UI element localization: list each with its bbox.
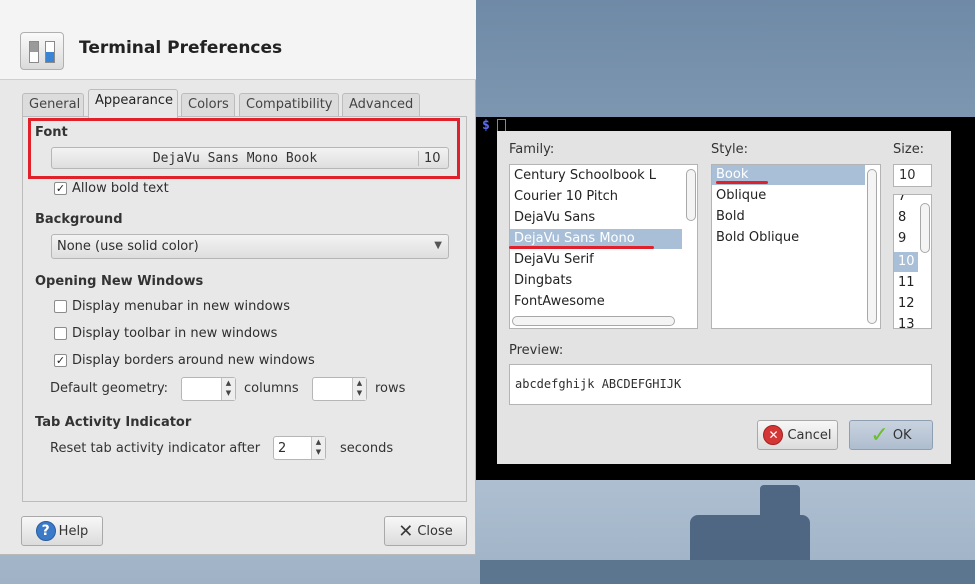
tab-appearance[interactable]: Appearance — [88, 89, 178, 118]
size-entry-value: 10 — [899, 168, 916, 183]
help-label: Help — [58, 523, 89, 539]
style-item[interactable]: Oblique — [716, 188, 766, 203]
rows-spinbox[interactable]: ▲ ▼ — [312, 377, 367, 401]
close-icon: ✕ — [398, 520, 414, 542]
style-vscroll[interactable] — [867, 169, 877, 324]
preview-text: abcdefghijk ABCDEFGHIJK — [515, 377, 682, 391]
size-vscroll[interactable] — [920, 203, 930, 253]
size-item[interactable]: 8 — [898, 210, 906, 225]
spin-arrows-icon[interactable]: ▲ ▼ — [352, 378, 366, 400]
borders-label: Display borders around new windows — [72, 352, 315, 368]
size-item-selected[interactable]: 10 — [898, 254, 915, 269]
font-chooser-dialog: Family: Style: Size: Century Schoolbook … — [497, 131, 951, 464]
family-item-selected[interactable]: DejaVu Sans Mono — [514, 231, 635, 246]
size-item[interactable]: 11 — [898, 275, 915, 290]
allow-bold-checkbox[interactable]: ✓ Allow bold text — [54, 179, 169, 197]
background-section-title: Background — [35, 212, 123, 227]
spin-arrows-icon[interactable]: ▲ ▼ — [311, 437, 325, 459]
checkbox-checked-icon[interactable]: ✓ — [54, 353, 67, 367]
font-chooser-button[interactable]: DejaVu Sans Mono Book 10 — [51, 147, 449, 169]
background-value: None (use solid color) — [57, 239, 199, 254]
family-item[interactable]: DejaVu Serif — [514, 252, 594, 267]
preview-entry[interactable]: abcdefghijk ABCDEFGHIJK — [509, 364, 932, 405]
menubar-label: Display menubar in new windows — [72, 298, 290, 314]
dropdown-arrow-icon: ▼ — [434, 240, 442, 251]
family-hscroll[interactable] — [512, 316, 675, 326]
family-item[interactable]: Dingbats — [514, 273, 572, 288]
seconds-label: seconds — [340, 441, 394, 456]
family-red-underline — [509, 246, 654, 249]
checkbox-checked-icon[interactable]: ✓ — [54, 181, 67, 195]
borders-checkbox[interactable]: ✓ Display borders around new windows — [54, 351, 315, 369]
family-vscroll[interactable] — [686, 169, 696, 221]
ok-label: OK — [892, 427, 912, 443]
help-button[interactable]: ? Help — [21, 516, 103, 546]
tab-general[interactable]: General — [22, 93, 84, 117]
checkbox-unchecked-icon[interactable] — [54, 299, 67, 313]
style-item[interactable]: Bold — [716, 209, 745, 224]
style-item-selected[interactable]: Book — [716, 167, 748, 182]
tab-compatibility[interactable]: Compatibility — [239, 93, 339, 117]
size-item[interactable]: 9 — [898, 231, 906, 246]
size-entry[interactable]: 10 — [893, 164, 932, 187]
family-item[interactable]: FontAwesome — [514, 294, 605, 309]
font-name: DejaVu Sans Mono Book — [152, 151, 318, 166]
font-size: 10 — [424, 151, 441, 166]
tab-colors[interactable]: Colors — [181, 93, 235, 117]
window-title: Terminal Preferences — [79, 38, 283, 58]
checkbox-unchecked-icon[interactable] — [54, 326, 67, 340]
terminal-prompt: $ — [482, 118, 490, 133]
reset-value: 2 — [278, 441, 287, 456]
menubar-checkbox[interactable]: Display menubar in new windows — [54, 297, 290, 315]
size-item[interactable]: 13 — [898, 317, 915, 328]
desktop-hill — [480, 560, 975, 584]
cancel-button[interactable]: ✕ Cancel — [757, 420, 838, 450]
cancel-icon: ✕ — [763, 425, 784, 445]
reset-label: Reset tab activity indicator after — [50, 441, 261, 456]
terminal-preferences-window: Terminal Preferences General Appearance … — [0, 0, 476, 555]
close-label: Close — [417, 523, 453, 539]
style-list[interactable]: Book Oblique Bold Bold Oblique — [711, 164, 881, 329]
reset-spinbox[interactable]: 2 ▲ ▼ — [273, 436, 326, 460]
help-icon: ? — [35, 521, 56, 541]
family-item[interactable]: Courier 10 Pitch — [514, 189, 618, 204]
allow-bold-label: Allow bold text — [72, 180, 169, 196]
toolbar-checkbox[interactable]: Display toolbar in new windows — [54, 324, 277, 342]
style-item[interactable]: Bold Oblique — [716, 230, 799, 245]
tab-activity-section-title: Tab Activity Indicator — [35, 415, 192, 430]
prefs-header: Terminal Preferences — [0, 0, 476, 80]
desktop-tower — [760, 485, 800, 525]
tab-advanced[interactable]: Advanced — [342, 93, 420, 117]
ok-button[interactable]: ✓ OK — [849, 420, 933, 450]
preview-label: Preview: — [509, 343, 564, 358]
toolbar-label: Display toolbar in new windows — [72, 325, 278, 341]
size-list[interactable]: 7 8 9 10 11 12 13 — [893, 194, 932, 329]
family-label: Family: — [509, 142, 555, 157]
cancel-label: Cancel — [787, 427, 832, 443]
family-item[interactable]: Century Schoolbook L — [514, 168, 656, 183]
font-button-separator — [418, 151, 419, 166]
size-item[interactable]: 12 — [898, 296, 915, 311]
background-combo[interactable]: None (use solid color) ▼ — [51, 234, 449, 259]
columns-label: columns — [244, 381, 299, 396]
size-item[interactable]: 7 — [898, 195, 906, 204]
style-label: Style: — [711, 142, 749, 157]
preferences-switch-icon — [20, 32, 64, 70]
rows-label: rows — [375, 381, 406, 396]
columns-spinbox[interactable]: ▲ ▼ — [181, 377, 236, 401]
family-item[interactable]: DejaVu Sans — [514, 210, 595, 225]
close-button[interactable]: ✕ Close — [384, 516, 467, 546]
style-red-underline — [716, 181, 768, 184]
font-section-title: Font — [35, 125, 68, 140]
opening-section-title: Opening New Windows — [35, 274, 204, 289]
spin-arrows-icon[interactable]: ▲ ▼ — [221, 378, 235, 400]
checkmark-icon: ✓ — [870, 422, 889, 448]
size-label: Size: — [893, 142, 925, 157]
geometry-label: Default geometry: — [50, 381, 169, 396]
